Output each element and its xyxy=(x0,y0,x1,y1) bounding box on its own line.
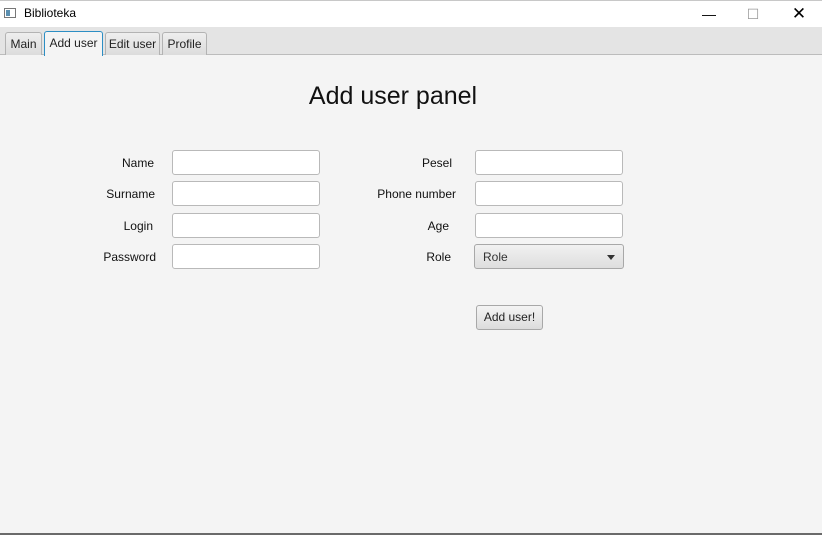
tab-add-user[interactable]: Add user xyxy=(44,31,103,56)
phone-number-field[interactable] xyxy=(475,181,623,206)
role-select-value: Role xyxy=(483,250,508,264)
add-user-button[interactable]: Add user! xyxy=(476,305,543,330)
name-label: Name xyxy=(121,156,154,170)
pesel-field[interactable] xyxy=(475,150,623,175)
app-icon xyxy=(4,8,16,18)
minimize-button[interactable]: — xyxy=(686,1,732,27)
age-label: Age xyxy=(427,219,449,233)
role-select[interactable]: Role xyxy=(474,244,624,269)
password-label: Password xyxy=(103,250,156,264)
phone-number-label: Phone number xyxy=(377,187,456,201)
tab-bar: Main Add user Edit user Profile xyxy=(0,27,822,56)
role-label: Role xyxy=(426,250,451,264)
password-field[interactable] xyxy=(172,244,320,269)
surname-field[interactable] xyxy=(172,181,320,206)
maximize-button[interactable]: ☐ xyxy=(730,1,776,27)
age-field[interactable] xyxy=(475,213,623,238)
page-title: Add user panel xyxy=(308,82,478,110)
tab-main[interactable]: Main xyxy=(5,32,42,55)
window-title: Biblioteka xyxy=(24,6,77,20)
name-field[interactable] xyxy=(172,150,320,175)
tab-edit-user[interactable]: Edit user xyxy=(105,32,160,55)
login-field[interactable] xyxy=(172,213,320,238)
chevron-down-icon xyxy=(607,255,615,260)
close-button[interactable]: ✕ xyxy=(776,1,822,27)
tab-profile[interactable]: Profile xyxy=(162,32,207,55)
pesel-label: Pesel xyxy=(421,156,452,170)
surname-label: Surname xyxy=(106,187,155,201)
login-label: Login xyxy=(123,219,153,233)
title-bar: Biblioteka — ☐ ✕ xyxy=(0,0,822,27)
